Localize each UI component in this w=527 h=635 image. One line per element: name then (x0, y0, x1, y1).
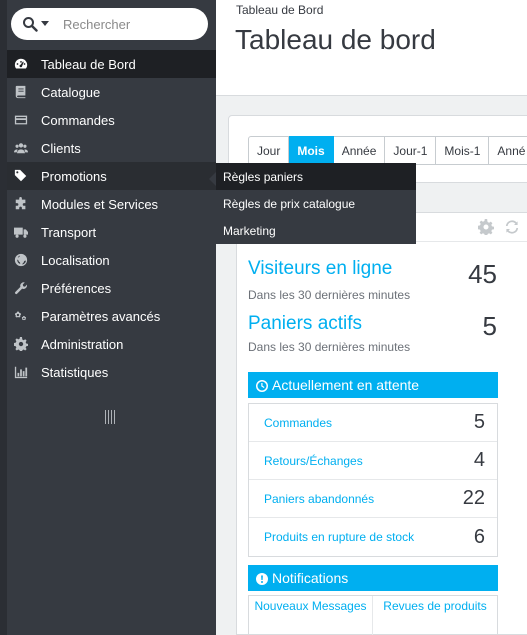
pending-section-title: Actuellement en attente (272, 377, 420, 393)
sidebar-item-shipping[interactable]: Transport (7, 218, 216, 246)
page-header: Tableau de Bord Tableau de bord (216, 0, 527, 96)
pending-returns-link[interactable]: Retours/Échanges (264, 454, 363, 468)
sidebar-item-label: Modules et Services (41, 196, 159, 212)
submenu-item-catalog-price-rules[interactable]: Règles de prix catalogue (216, 190, 416, 217)
sidebar-item-label: Promotions (41, 168, 107, 184)
list-item: Commandes 5 (249, 404, 497, 442)
cogs-icon (13, 308, 29, 324)
pending-list: Commandes 5 Retours/Échanges 4 Paniers a… (248, 403, 498, 557)
out-of-stock-link[interactable]: Produits en rupture de stock (264, 530, 414, 544)
online-visitors-value: 45 (468, 259, 497, 289)
sidebar-item-label: Préférences (41, 280, 112, 296)
wrench-icon (13, 280, 29, 296)
sidebar-item-catalogue[interactable]: Catalogue (7, 78, 216, 106)
sidebar: Tableau de Bord Catalogue Commandes Clie… (0, 0, 216, 635)
submenu-item-cart-rules[interactable]: Règles paniers (216, 163, 416, 190)
pending-orders-count: 5 (473, 411, 485, 433)
bar-chart-icon (13, 364, 29, 380)
globe-icon (13, 252, 29, 268)
breadcrumb[interactable]: Tableau de Bord (236, 3, 323, 17)
search-input[interactable] (63, 15, 201, 33)
page-title: Tableau de bord (235, 24, 436, 55)
active-carts-subtitle: Dans les 30 dernières minutes (248, 340, 411, 354)
promotions-submenu: Règles paniers Règles de prix catalogue … (209, 163, 416, 244)
book-icon (13, 84, 29, 100)
period-tabs: Jour Mois Année Jour-1 Mois-1 Anné (248, 136, 527, 165)
sidebar-item-advanced-parameters[interactable]: Paramètres avancés (7, 302, 216, 330)
sidebar-item-localization[interactable]: Localisation (7, 246, 216, 274)
sidebar-item-label: Catalogue (41, 84, 101, 100)
activity-panel: Visiteurs en ligne Dans les 30 dernières… (236, 212, 527, 635)
tab-month[interactable]: Mois (289, 136, 334, 165)
tags-icon (13, 168, 29, 184)
dashboard-icon (13, 56, 29, 72)
tab-previous-day[interactable]: Jour-1 (385, 136, 437, 165)
sidebar-item-preferences[interactable]: Préférences (7, 274, 216, 302)
online-visitors-subtitle: Dans les 30 dernières minutes (248, 288, 411, 302)
refresh-icon[interactable] (504, 219, 520, 235)
sidebar-item-label: Tableau de Bord (41, 56, 136, 72)
gear-icon[interactable] (478, 219, 494, 236)
tab-previous-month[interactable]: Mois-1 (436, 136, 490, 165)
puzzle-icon (13, 196, 29, 212)
clock-icon (256, 379, 268, 392)
sidebar-item-statistics[interactable]: Statistiques (7, 358, 216, 386)
submenu-item-marketing[interactable]: Marketing (216, 217, 416, 244)
chevron-down-icon[interactable] (41, 21, 49, 26)
sidebar-collapse-toggle[interactable] (105, 410, 117, 424)
active-carts-value: 5 (482, 311, 497, 341)
new-messages-link[interactable]: Nouveaux Messages (249, 596, 373, 635)
gear-icon (13, 336, 29, 352)
search-icon[interactable] (22, 16, 38, 32)
sidebar-item-label: Commandes (41, 112, 115, 128)
product-reviews-link[interactable]: Revues de produits (373, 596, 497, 635)
sidebar-item-orders[interactable]: Commandes (7, 106, 216, 134)
pending-section-header: Actuellement en attente (248, 372, 498, 398)
tab-previous-year[interactable]: Anné (489, 136, 527, 165)
sidebar-item-label: Transport (41, 224, 97, 240)
tab-year[interactable]: Année (333, 136, 386, 165)
active-carts-title[interactable]: Paniers actifs (248, 313, 362, 335)
search-box[interactable] (11, 8, 208, 40)
pending-orders-link[interactable]: Commandes (264, 416, 332, 430)
sidebar-item-customers[interactable]: Clients (7, 134, 216, 162)
notifications-section-header: Notifications (248, 565, 498, 591)
sidebar-item-administration[interactable]: Administration (7, 330, 216, 358)
abandoned-carts-count: 22 (462, 487, 485, 509)
sidebar-item-dashboard[interactable]: Tableau de Bord (7, 50, 216, 78)
sidebar-item-modules[interactable]: Modules et Services (7, 190, 216, 218)
credit-card-icon (13, 112, 29, 128)
notifications-box: Nouveaux Messages Revues de produits (248, 595, 498, 635)
list-item: Paniers abandonnés 22 (249, 480, 497, 518)
online-visitors-title[interactable]: Visiteurs en ligne (248, 258, 392, 280)
users-icon (13, 140, 29, 156)
notifications-section-title: Notifications (272, 570, 349, 586)
list-item: Produits en rupture de stock 6 (249, 518, 497, 556)
truck-icon (13, 224, 29, 240)
sidebar-item-label: Clients (41, 140, 81, 156)
out-of-stock-count: 6 (473, 525, 485, 548)
sidebar-item-label: Localisation (41, 252, 110, 268)
tab-day[interactable]: Jour (248, 136, 290, 165)
list-item: Retours/Échanges 4 (249, 442, 497, 480)
main-nav: Tableau de Bord Catalogue Commandes Clie… (7, 50, 216, 386)
sidebar-item-label: Paramètres avancés (41, 308, 161, 324)
sidebar-item-promotions[interactable]: Promotions (7, 162, 216, 190)
pending-returns-count: 4 (473, 449, 485, 471)
exclamation-icon (256, 572, 268, 585)
sidebar-item-label: Administration (41, 336, 124, 352)
abandoned-carts-link[interactable]: Paniers abandonnés (264, 492, 374, 506)
sidebar-item-label: Statistiques (41, 364, 109, 380)
